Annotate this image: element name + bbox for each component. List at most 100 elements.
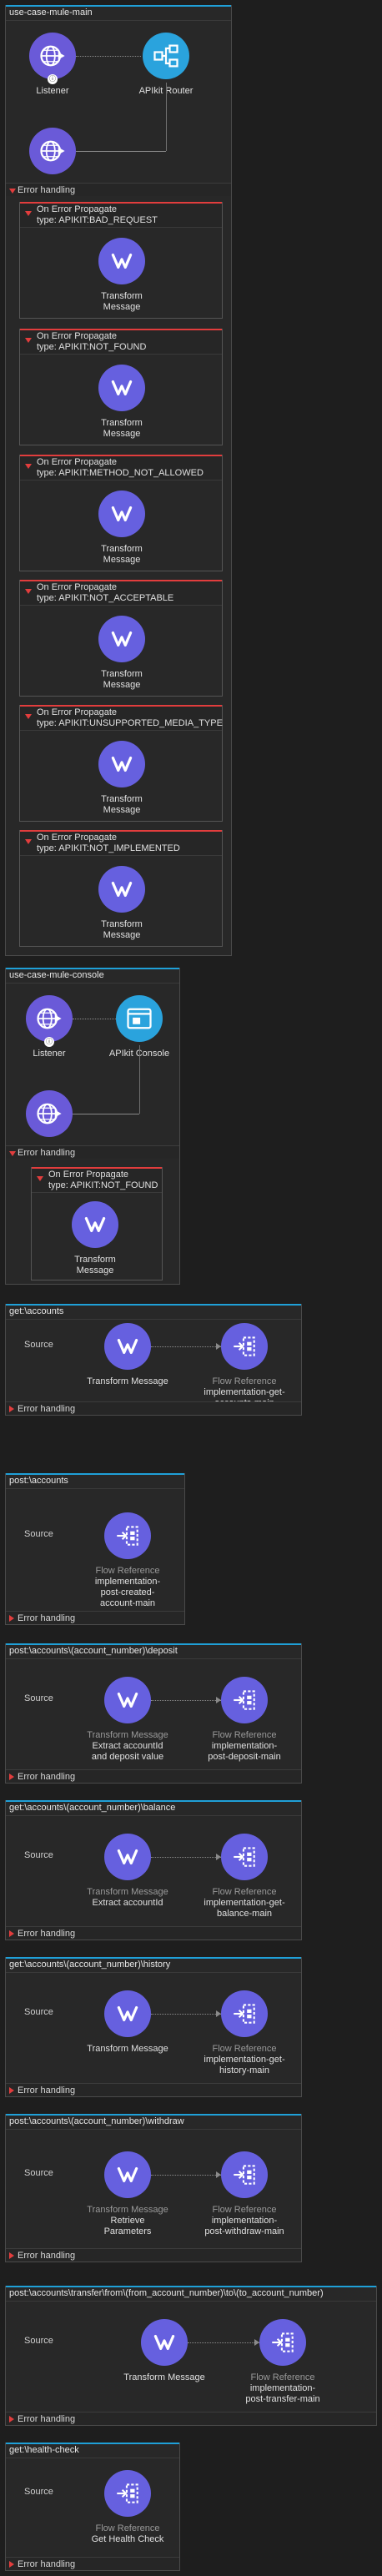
listener-response-component[interactable] <box>8 1090 91 1137</box>
error-handling-label: Error handling <box>18 2559 76 2569</box>
component-2[interactable]: Flow Reference implementation-post-withd… <box>203 2151 286 2237</box>
transform-message-component[interactable]: Transform Message <box>53 1201 137 1276</box>
flow-post-withdraw[interactable]: post:\accounts\(account_number)\withdraw… <box>5 2114 302 2262</box>
flow-use-case-mule-main[interactable]: use-case-mule-main ⓘ Listener APIkit Rou… <box>5 5 232 956</box>
scope-type: type: APIKIT:METHOD_NOT_ALLOWED <box>37 468 204 478</box>
component-1[interactable]: Transform Message Extract accountId <box>86 1834 169 1909</box>
transform-icon <box>104 1677 151 1723</box>
component-2[interactable]: Flow Reference implementation-get-balanc… <box>203 1834 286 1919</box>
component-type-label: Transform Message <box>87 2205 168 2215</box>
globe-icon <box>26 1090 73 1137</box>
source-label: Source <box>24 2007 53 2017</box>
expand-triangle-icon[interactable] <box>9 1406 14 1412</box>
component-1[interactable]: Transform Message <box>123 2319 206 2383</box>
transform-message-component[interactable]: Transform Message <box>80 238 163 313</box>
flow-post-deposit[interactable]: post:\accounts\(account_number)\deposit … <box>5 1643 302 1784</box>
transform-message-component[interactable]: Transform Message <box>80 491 163 566</box>
component-1[interactable]: Transform Message <box>86 1323 169 1387</box>
component-1[interactable]: Flow Reference Get Health Check <box>86 2470 169 2545</box>
component-2[interactable]: Flow Reference implementation-post-depos… <box>203 1677 286 1763</box>
expand-triangle-icon[interactable] <box>9 2252 14 2259</box>
flow-reference-icon <box>259 2319 306 2366</box>
error-handling-bar[interactable]: Error handling <box>6 1401 301 1415</box>
flow-post-accounts[interactable]: post:\accounts Source Flow Reference imp… <box>5 1473 185 1625</box>
scope-header: On Error Propagate type: APIKIT:UNSUPPOR… <box>20 707 223 731</box>
flow-reference-icon <box>221 1834 268 1880</box>
error-handling-bar[interactable]: Error handling <box>6 2248 301 2262</box>
collapse-triangle-icon[interactable] <box>25 589 32 594</box>
flow-title: post:\accounts\transfer\from\(from_accou… <box>6 2287 376 2302</box>
transform-icon <box>98 238 145 284</box>
transform-message-component[interactable]: Transform Message <box>80 365 163 440</box>
collapse-triangle-icon[interactable] <box>25 839 32 844</box>
scope-name: On Error Propagate <box>37 833 117 843</box>
on-error-propagate-scope[interactable]: On Error Propagate type: APIKIT:BAD_REQU… <box>19 202 223 319</box>
scope-name: On Error Propagate <box>37 204 117 214</box>
component-type-label: Flow Reference <box>95 2523 160 2533</box>
component-2[interactable]: Flow Reference implementation-post-trans… <box>241 2319 324 2405</box>
component-label: implementation-get-balance-main <box>204 1898 285 1919</box>
transform-message-component[interactable]: Transform Message <box>80 866 163 941</box>
component-type-label: Flow Reference <box>250 2372 315 2382</box>
on-error-propagate-scope[interactable]: On Error Propagate type: APIKIT:METHOD_N… <box>19 455 223 571</box>
transform-icon <box>104 1323 151 1370</box>
flow-title: get:\health-check <box>6 2443 179 2458</box>
collapse-triangle-icon[interactable] <box>9 1151 16 1156</box>
collapse-triangle-icon[interactable] <box>25 464 32 469</box>
flow-get-balance[interactable]: get:\accounts\(account_number)\balance S… <box>5 1800 302 1940</box>
collapse-triangle-icon[interactable] <box>25 714 32 719</box>
error-handling-bar[interactable]: Error handling <box>6 1145 179 1159</box>
error-handling-bar[interactable]: Error handling <box>6 183 231 196</box>
expand-triangle-icon[interactable] <box>9 1930 14 1937</box>
collapse-triangle-icon[interactable] <box>25 338 32 343</box>
collapse-triangle-icon[interactable] <box>9 189 16 194</box>
component-1[interactable]: Transform Message Retrieve Parameters <box>86 2151 169 2237</box>
error-handling-bar[interactable]: Error handling <box>6 1926 301 1940</box>
listener-response-component[interactable] <box>11 128 94 174</box>
listener-component[interactable]: ⓘ Listener <box>11 33 94 97</box>
component-label: implementation-get-history-main <box>204 2055 285 2075</box>
expand-triangle-icon[interactable] <box>9 2087 14 2094</box>
component-1[interactable]: Flow Reference implementation-post-creat… <box>86 1512 169 1609</box>
flow-get-history[interactable]: get:\accounts\(account_number)\history S… <box>5 1957 302 2097</box>
flow-title: post:\accounts\(account_number)\deposit <box>6 1644 301 1659</box>
component-2[interactable]: Flow Reference implementation-get-accoun… <box>203 1323 286 1409</box>
flow-get-accounts[interactable]: get:\accounts Source Transform Message F… <box>5 1304 302 1416</box>
scope-header: On Error Propagate type: APIKIT:NOT_ACCE… <box>20 581 222 606</box>
component-label: Get Health Check <box>91 2534 164 2544</box>
collapse-triangle-icon[interactable] <box>25 211 32 216</box>
component-label: Transform Message <box>101 291 143 312</box>
error-handling-bar[interactable]: Error handling <box>6 1611 184 1624</box>
on-error-propagate-scope[interactable]: On Error Propagate type: APIKIT:UNSUPPOR… <box>19 705 223 822</box>
flow-use-case-mule-console[interactable]: use-case-mule-console ⓘ Listener APIkit … <box>5 968 180 1285</box>
on-error-propagate-scope[interactable]: On Error Propagate type: APIKIT:NOT_ACCE… <box>19 580 223 697</box>
error-handling-bar[interactable]: Error handling <box>6 2557 179 2570</box>
transform-message-component[interactable]: Transform Message <box>80 616 163 691</box>
error-handling-bar[interactable]: Error handling <box>6 2083 301 2096</box>
scope-type: type: APIKIT:NOT_FOUND <box>48 1180 158 1190</box>
on-error-propagate-scope[interactable]: On Error Propagate type: APIKIT:NOT_IMPL… <box>19 830 223 947</box>
listener-component[interactable]: ⓘ Listener <box>8 995 91 1059</box>
error-handling-bar[interactable]: Error handling <box>6 2412 376 2425</box>
flow-post-transfer[interactable]: post:\accounts\transfer\from\(from_accou… <box>5 2286 377 2426</box>
component-label: Extract accountId and deposit value <box>91 1741 164 1762</box>
expand-triangle-icon[interactable] <box>9 1615 14 1622</box>
source-label: Source <box>24 1850 53 1860</box>
expand-triangle-icon[interactable] <box>9 2416 14 2423</box>
component-1[interactable]: Transform Message <box>86 1990 169 2055</box>
transform-message-component[interactable]: Transform Message <box>80 741 163 816</box>
error-handling-bar[interactable]: Error handling <box>6 1769 301 1783</box>
scope-header: On Error Propagate type: APIKIT:NOT_FOUN… <box>20 330 222 355</box>
expand-triangle-icon[interactable] <box>9 1774 14 1780</box>
component-label: implementation-post-withdraw-main <box>204 2216 284 2236</box>
flow-health[interactable]: get:\health-check Source Flow Reference … <box>5 2443 180 2571</box>
component-1[interactable]: Transform Message Extract accountId and … <box>86 1677 169 1763</box>
component-2[interactable]: Flow Reference implementation-get-histor… <box>203 1990 286 2076</box>
source-label: Source <box>24 2168 53 2178</box>
expand-triangle-icon[interactable] <box>9 2561 14 2568</box>
collapse-triangle-icon[interactable] <box>37 1176 43 1181</box>
on-error-propagate-scope[interactable]: On Error Propagate type: APIKIT:NOT_FOUN… <box>19 329 223 445</box>
error-handling-label: Error handling <box>18 1929 76 1939</box>
on-error-propagate-scope[interactable]: On Error Propagate type: APIKIT:NOT_FOUN… <box>31 1167 163 1280</box>
component-label: Retrieve Parameters <box>103 2216 152 2236</box>
